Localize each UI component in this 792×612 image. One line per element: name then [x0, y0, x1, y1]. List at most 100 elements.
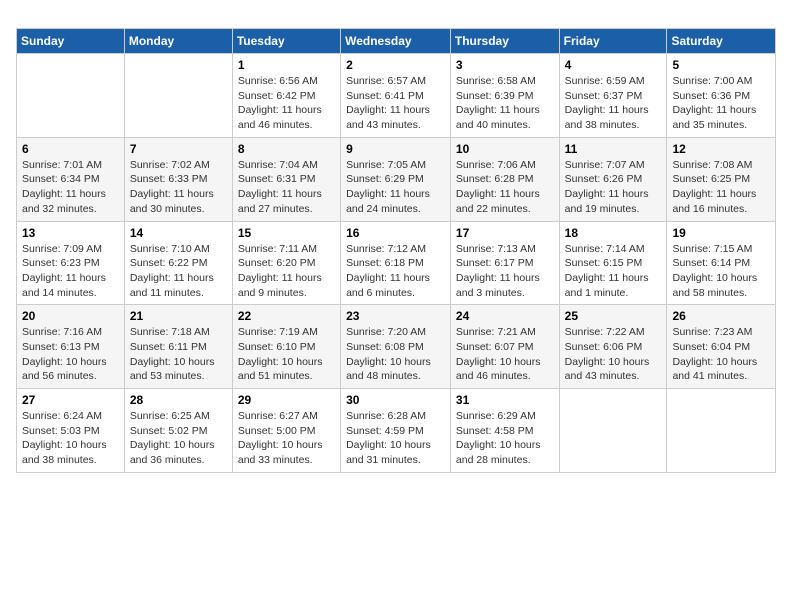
day-number: 1: [238, 58, 335, 72]
calendar-cell: 22 Sunrise: 7:19 AM Sunset: 6:10 PM Dayli…: [232, 305, 340, 389]
calendar-cell: [667, 389, 776, 473]
calendar-cell: 17 Sunrise: 7:13 AM Sunset: 6:17 PM Dayli…: [450, 221, 559, 305]
day-info: Sunrise: 7:13 AM Sunset: 6:17 PM Dayligh…: [456, 242, 554, 301]
calendar-cell: 27 Sunrise: 6:24 AM Sunset: 5:03 PM Dayli…: [17, 389, 125, 473]
day-number: 25: [565, 309, 662, 323]
calendar-cell: 26 Sunrise: 7:23 AM Sunset: 6:04 PM Dayli…: [667, 305, 776, 389]
calendar-cell: 31 Sunrise: 6:29 AM Sunset: 4:58 PM Dayli…: [450, 389, 559, 473]
weekday-header-thursday: Thursday: [450, 29, 559, 54]
calendar-cell: 8 Sunrise: 7:04 AM Sunset: 6:31 PM Daylig…: [232, 137, 340, 221]
calendar-cell: 10 Sunrise: 7:06 AM Sunset: 6:28 PM Dayli…: [450, 137, 559, 221]
day-number: 17: [456, 226, 554, 240]
day-number: 7: [130, 142, 227, 156]
day-info: Sunrise: 6:56 AM Sunset: 6:42 PM Dayligh…: [238, 74, 335, 133]
calendar-cell: [124, 54, 232, 138]
day-info: Sunrise: 7:06 AM Sunset: 6:28 PM Dayligh…: [456, 158, 554, 217]
day-info: Sunrise: 7:10 AM Sunset: 6:22 PM Dayligh…: [130, 242, 227, 301]
day-number: 23: [346, 309, 445, 323]
day-info: Sunrise: 6:24 AM Sunset: 5:03 PM Dayligh…: [22, 409, 119, 468]
day-info: Sunrise: 7:21 AM Sunset: 6:07 PM Dayligh…: [456, 325, 554, 384]
day-number: 18: [565, 226, 662, 240]
day-info: Sunrise: 6:29 AM Sunset: 4:58 PM Dayligh…: [456, 409, 554, 468]
day-info: Sunrise: 6:57 AM Sunset: 6:41 PM Dayligh…: [346, 74, 445, 133]
day-info: Sunrise: 7:15 AM Sunset: 6:14 PM Dayligh…: [672, 242, 770, 301]
weekday-header-tuesday: Tuesday: [232, 29, 340, 54]
day-info: Sunrise: 7:20 AM Sunset: 6:08 PM Dayligh…: [346, 325, 445, 384]
day-info: Sunrise: 7:09 AM Sunset: 6:23 PM Dayligh…: [22, 242, 119, 301]
calendar-cell: 7 Sunrise: 7:02 AM Sunset: 6:33 PM Daylig…: [124, 137, 232, 221]
calendar-cell: 4 Sunrise: 6:59 AM Sunset: 6:37 PM Daylig…: [559, 54, 667, 138]
day-number: 12: [672, 142, 770, 156]
calendar-cell: 14 Sunrise: 7:10 AM Sunset: 6:22 PM Dayli…: [124, 221, 232, 305]
day-number: 22: [238, 309, 335, 323]
calendar-cell: 30 Sunrise: 6:28 AM Sunset: 4:59 PM Dayli…: [341, 389, 451, 473]
day-number: 6: [22, 142, 119, 156]
day-info: Sunrise: 7:05 AM Sunset: 6:29 PM Dayligh…: [346, 158, 445, 217]
calendar-cell: 29 Sunrise: 6:27 AM Sunset: 5:00 PM Dayli…: [232, 389, 340, 473]
calendar-cell: 16 Sunrise: 7:12 AM Sunset: 6:18 PM Dayli…: [341, 221, 451, 305]
day-info: Sunrise: 7:22 AM Sunset: 6:06 PM Dayligh…: [565, 325, 662, 384]
day-info: Sunrise: 7:11 AM Sunset: 6:20 PM Dayligh…: [238, 242, 335, 301]
day-number: 31: [456, 393, 554, 407]
calendar-cell: 25 Sunrise: 7:22 AM Sunset: 6:06 PM Dayli…: [559, 305, 667, 389]
day-info: Sunrise: 7:02 AM Sunset: 6:33 PM Dayligh…: [130, 158, 227, 217]
day-number: 24: [456, 309, 554, 323]
calendar-cell: 19 Sunrise: 7:15 AM Sunset: 6:14 PM Dayli…: [667, 221, 776, 305]
day-number: 4: [565, 58, 662, 72]
day-info: Sunrise: 7:18 AM Sunset: 6:11 PM Dayligh…: [130, 325, 227, 384]
calendar-cell: 23 Sunrise: 7:20 AM Sunset: 6:08 PM Dayli…: [341, 305, 451, 389]
day-info: Sunrise: 7:08 AM Sunset: 6:25 PM Dayligh…: [672, 158, 770, 217]
calendar-cell: 11Sunrise: 7:07 AM Sunset: 6:26 PM Dayli…: [559, 137, 667, 221]
day-info: Sunrise: 6:25 AM Sunset: 5:02 PM Dayligh…: [130, 409, 227, 468]
day-number: 14: [130, 226, 227, 240]
weekday-header-monday: Monday: [124, 29, 232, 54]
day-info: Sunrise: 7:07 AM Sunset: 6:26 PM Dayligh…: [565, 158, 662, 217]
weekday-header-wednesday: Wednesday: [341, 29, 451, 54]
day-info: Sunrise: 6:28 AM Sunset: 4:59 PM Dayligh…: [346, 409, 445, 468]
weekday-header-friday: Friday: [559, 29, 667, 54]
day-number: 19: [672, 226, 770, 240]
calendar-cell: 18 Sunrise: 7:14 AM Sunset: 6:15 PM Dayli…: [559, 221, 667, 305]
weekday-header-saturday: Saturday: [667, 29, 776, 54]
day-number: 30: [346, 393, 445, 407]
day-number: 10: [456, 142, 554, 156]
day-number: 29: [238, 393, 335, 407]
weekday-header-sunday: Sunday: [17, 29, 125, 54]
calendar-cell: 6 Sunrise: 7:01 AM Sunset: 6:34 PM Daylig…: [17, 137, 125, 221]
day-info: Sunrise: 7:04 AM Sunset: 6:31 PM Dayligh…: [238, 158, 335, 217]
day-info: Sunrise: 6:58 AM Sunset: 6:39 PM Dayligh…: [456, 74, 554, 133]
day-number: 26: [672, 309, 770, 323]
day-number: 27: [22, 393, 119, 407]
calendar-cell: 13 Sunrise: 7:09 AM Sunset: 6:23 PM Dayli…: [17, 221, 125, 305]
day-number: 9: [346, 142, 445, 156]
day-info: Sunrise: 7:12 AM Sunset: 6:18 PM Dayligh…: [346, 242, 445, 301]
calendar-cell: 12 Sunrise: 7:08 AM Sunset: 6:25 PM Dayli…: [667, 137, 776, 221]
day-number: 13: [22, 226, 119, 240]
day-info: Sunrise: 7:16 AM Sunset: 6:13 PM Dayligh…: [22, 325, 119, 384]
day-info: Sunrise: 6:27 AM Sunset: 5:00 PM Dayligh…: [238, 409, 335, 468]
day-number: 20: [22, 309, 119, 323]
day-number: 8: [238, 142, 335, 156]
calendar-cell: 20 Sunrise: 7:16 AM Sunset: 6:13 PM Dayli…: [17, 305, 125, 389]
day-info: Sunrise: 7:00 AM Sunset: 6:36 PM Dayligh…: [672, 74, 770, 133]
calendar-cell: 24 Sunrise: 7:21 AM Sunset: 6:07 PM Dayli…: [450, 305, 559, 389]
calendar-cell: 3 Sunrise: 6:58 AM Sunset: 6:39 PM Daylig…: [450, 54, 559, 138]
day-number: 3: [456, 58, 554, 72]
day-info: Sunrise: 7:01 AM Sunset: 6:34 PM Dayligh…: [22, 158, 119, 217]
calendar-cell: 28 Sunrise: 6:25 AM Sunset: 5:02 PM Dayli…: [124, 389, 232, 473]
calendar-cell: 1 Sunrise: 6:56 AM Sunset: 6:42 PM Daylig…: [232, 54, 340, 138]
day-info: Sunrise: 7:14 AM Sunset: 6:15 PM Dayligh…: [565, 242, 662, 301]
calendar-cell: [559, 389, 667, 473]
day-number: 15: [238, 226, 335, 240]
calendar-cell: 15 Sunrise: 7:11 AM Sunset: 6:20 PM Dayli…: [232, 221, 340, 305]
day-info: Sunrise: 7:23 AM Sunset: 6:04 PM Dayligh…: [672, 325, 770, 384]
day-info: Sunrise: 7:19 AM Sunset: 6:10 PM Dayligh…: [238, 325, 335, 384]
day-number: 2: [346, 58, 445, 72]
day-info: Sunrise: 6:59 AM Sunset: 6:37 PM Dayligh…: [565, 74, 662, 133]
calendar-cell: [17, 54, 125, 138]
calendar-table: SundayMondayTuesdayWednesdayThursdayFrid…: [16, 28, 776, 473]
calendar-cell: 21Sunrise: 7:18 AM Sunset: 6:11 PM Dayli…: [124, 305, 232, 389]
day-number: 16: [346, 226, 445, 240]
calendar-cell: 2 Sunrise: 6:57 AM Sunset: 6:41 PM Daylig…: [341, 54, 451, 138]
day-number: 28: [130, 393, 227, 407]
